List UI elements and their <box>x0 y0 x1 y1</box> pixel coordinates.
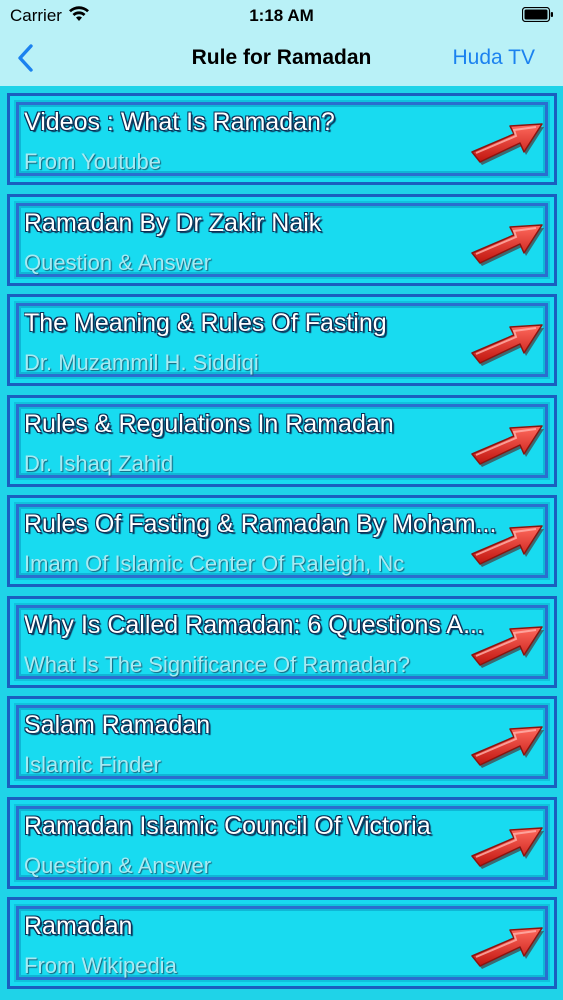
list-item[interactable]: Salam Ramadan Islamic Finder <box>7 696 557 788</box>
red-arrow-icon <box>471 525 544 567</box>
row-subtitle: Dr. Muzammil H. Siddiqi <box>24 350 259 375</box>
row-subtitle: Question & Answer <box>24 852 212 878</box>
battery-icon <box>522 7 553 22</box>
list-item[interactable]: Videos : What Is Ramadan? From Youtube <box>7 93 557 185</box>
row-title: Videos : What Is Ramadan? <box>24 108 335 136</box>
topic-list: Videos : What Is Ramadan? From Youtube R… <box>7 93 557 998</box>
red-arrow-icon <box>471 927 544 969</box>
row-title: Why Is Called Ramadan: 6 Questions A... <box>24 610 484 639</box>
row-title: Ramadan <box>24 912 133 940</box>
row-title: Rules Of Fasting & Ramadan By Moham... <box>24 510 497 538</box>
red-arrow-icon <box>471 826 544 869</box>
row-subtitle: Question & Answer <box>24 249 212 275</box>
row-title: The Meaning & Rules Of Fasting <box>24 309 387 337</box>
status-bar: Carrier 1:18 AM <box>0 0 563 30</box>
row-title: Ramadan Islamic Council Of Victoria <box>24 811 431 840</box>
row-subtitle: From Youtube <box>24 149 161 174</box>
red-arrow-icon <box>471 223 544 266</box>
row-subtitle: Dr. Ishaq Zahid <box>24 450 174 476</box>
red-arrow-icon <box>471 726 544 768</box>
list-item[interactable]: Ramadan By Dr Zakir Naik Question & Answ… <box>7 193 557 286</box>
list-item[interactable]: Why Is Called Ramadan: 6 Questions A... … <box>7 595 557 688</box>
list-item[interactable]: Rules Of Fasting & Ramadan By Moham... I… <box>7 495 557 587</box>
row-title: Ramadan By Dr Zakir Naik <box>24 208 322 237</box>
navigation-bar: Rule for Ramadan Huda TV <box>0 30 563 86</box>
list-item[interactable]: The Meaning & Rules Of Fasting Dr. Muzam… <box>7 294 557 386</box>
list-item[interactable]: Ramadan Islamic Council Of Victoria Ques… <box>7 796 557 889</box>
row-subtitle: Imam Of Islamic Center Of Raleigh, Nc <box>24 551 405 576</box>
list-item[interactable]: Ramadan From Wikipedia <box>7 897 557 989</box>
red-arrow-icon <box>471 424 544 467</box>
huda-tv-button[interactable]: Huda TV <box>453 46 536 70</box>
row-title: Salam Ramadan <box>24 711 211 739</box>
row-subtitle: Islamic Finder <box>24 752 161 777</box>
row-subtitle: What Is The Significance Of Ramadan? <box>24 651 411 677</box>
row-subtitle: From Wikipedia <box>24 953 177 978</box>
list-item[interactable]: Rules & Regulations In Ramadan Dr. Ishaq… <box>7 394 557 487</box>
red-arrow-icon <box>471 324 544 366</box>
status-time: 1:18 AM <box>249 6 314 25</box>
row-title: Rules & Regulations In Ramadan <box>24 409 394 438</box>
red-arrow-icon <box>471 625 544 668</box>
red-arrow-icon <box>471 123 544 165</box>
